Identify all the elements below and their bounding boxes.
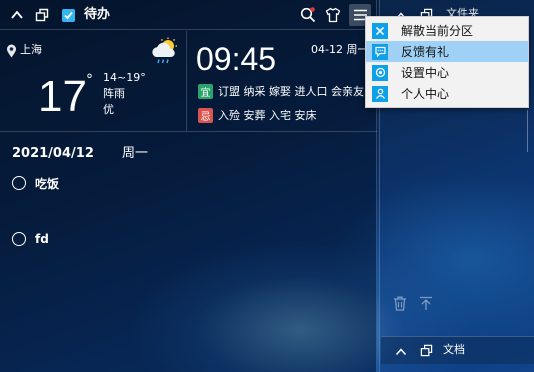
temperature-range: 14~19° (103, 71, 146, 84)
trash-icon[interactable] (393, 296, 407, 315)
task-label: 吃饭 (35, 176, 60, 191)
menu-item-settings[interactable]: 设置中心 (366, 62, 528, 83)
menu-item-profile[interactable]: 个人中心 (366, 83, 528, 104)
menu-item-dissolve-partition[interactable]: 解散当前分区 (366, 20, 528, 41)
settings-icon (372, 64, 388, 81)
file-scrollbar[interactable] (527, 110, 528, 152)
city-label: 上海 (20, 43, 42, 56)
chat-bubble-icon (372, 43, 388, 60)
almanac-good-text: 订盟 纳采 嫁娶 进人口 会亲友 (218, 85, 364, 98)
user-icon (372, 85, 388, 102)
collapse-chevron-up-icon[interactable] (8, 6, 26, 24)
clock-date: 04-12 周一 (311, 43, 369, 56)
search-icon[interactable] (299, 6, 317, 24)
list-weekday: 周一 (122, 146, 149, 161)
task-checkbox[interactable] (12, 232, 26, 246)
doc-collapse-chevron-icon[interactable] (395, 343, 407, 362)
almanac-bad-text: 入殓 安葬 入宅 安床 (218, 109, 317, 122)
almanac-bad-row: 忌 入殓 安葬 入宅 安床 (198, 107, 366, 123)
menu-item-label: 设置中心 (401, 66, 450, 80)
menu-item-feedback[interactable]: 反馈有礼 (366, 41, 528, 62)
close-x-icon (372, 22, 388, 39)
detach-window-icon[interactable] (33, 6, 51, 24)
todo-checkbox-icon (59, 6, 77, 24)
header-bar: 待办 (0, 0, 377, 30)
temperature-unit: ° (86, 72, 93, 88)
skin-tshirt-icon[interactable] (324, 6, 342, 24)
doc-panel-title: 文档 (443, 343, 465, 356)
divider (0, 131, 377, 132)
task-label: fd (35, 232, 49, 246)
weather-rain-cloud-icon (149, 36, 179, 70)
list-date: 2021/04/12 (12, 146, 94, 161)
bad-tag: 忌 (198, 107, 213, 123)
doc-detach-icon[interactable] (420, 342, 433, 361)
air-quality: 优 (103, 103, 114, 116)
task-item[interactable]: 吃饭 (12, 174, 59, 192)
almanac-good-row: 宜 订盟 纳采 嫁娶 进人口 会亲友 (198, 83, 366, 99)
location-pin-icon (6, 43, 17, 62)
weather-condition: 阵雨 (103, 87, 125, 100)
menu-item-label: 反馈有礼 (401, 45, 450, 59)
panel-title: 待办 (84, 7, 111, 22)
good-tag: 宜 (198, 83, 213, 99)
temperature: 17 (38, 72, 87, 121)
dropdown-menu: 解散当前分区 反馈有礼 设置中心 个人中心 (365, 16, 529, 108)
task-item[interactable]: fd (12, 230, 49, 248)
clock-time: 09:45 (196, 41, 277, 77)
menu-item-label: 解散当前分区 (401, 24, 474, 38)
menu-item-label: 个人中心 (401, 87, 450, 101)
move-top-icon[interactable] (419, 296, 433, 315)
task-checkbox[interactable] (12, 176, 26, 190)
